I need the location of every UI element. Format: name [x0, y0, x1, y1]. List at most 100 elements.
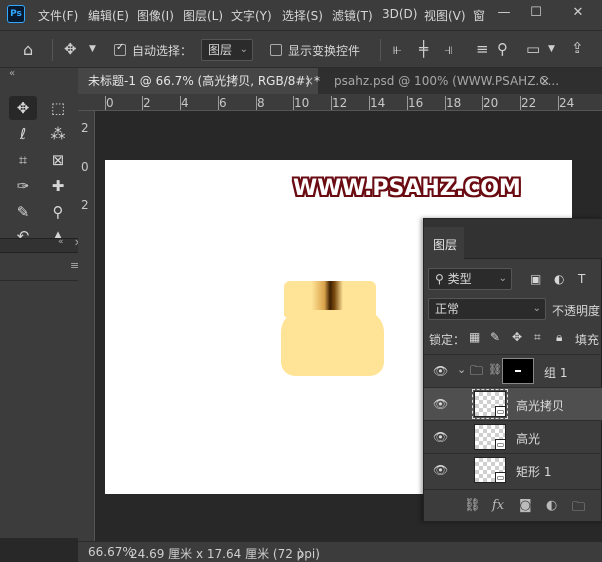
menu-view[interactable]: 视图(V)	[424, 7, 466, 24]
filter-kind-value: 类型	[447, 272, 472, 286]
chevron-down-icon[interactable]: ▼	[548, 44, 555, 54]
add-mask-icon[interactable]: ◙	[519, 498, 532, 513]
fx-icon[interactable]: fx	[492, 498, 504, 513]
lasso-tool-icon[interactable]: ℓ	[9, 122, 37, 146]
zoom-level[interactable]: 66.67%	[88, 545, 134, 559]
chevron-down-icon[interactable]: ⌄	[457, 363, 466, 376]
ruler-tick	[445, 96, 446, 110]
group-mask-thumbnail[interactable]	[502, 358, 534, 384]
jar-body-shape[interactable]	[281, 310, 384, 376]
visibility-eye-icon[interactable]: 👁︎	[433, 463, 448, 477]
search-icon[interactable]: ⚲	[497, 40, 508, 58]
layer-thumbnail: ▭	[474, 424, 506, 450]
maximize-icon[interactable]: ☐	[522, 3, 550, 23]
lock-label: 锁定：	[429, 333, 466, 347]
ruler-tick	[180, 96, 181, 110]
workspace-icon[interactable]: ▭	[526, 40, 540, 58]
menu-image[interactable]: 图像(I)	[137, 7, 174, 24]
ruler-label: 14	[370, 96, 386, 110]
marquee-tool-icon[interactable]: ⬚	[44, 96, 72, 120]
close-icon[interactable]: ✕	[564, 3, 592, 23]
move-tool-icon[interactable]: ✥	[64, 40, 77, 58]
lock-all-icon[interactable]: 🔒︎	[556, 330, 562, 345]
layer-row-highlight-copy[interactable]: 👁︎ ▭ 高光拷贝	[424, 387, 602, 420]
stamp-tool-icon[interactable]: ⚲	[44, 200, 72, 224]
tab-label: 未标题-1 @ 66.7% (高光拷贝, RGB/8#) *	[88, 74, 320, 88]
collapsed-panel: « ✕ ≡	[0, 237, 86, 538]
lock-position-icon[interactable]: ✥	[512, 330, 522, 344]
auto-select-checkbox[interactable]	[114, 42, 126, 56]
crop-tool-icon[interactable]: ⌗	[9, 148, 37, 172]
menu-edit[interactable]: 编辑(E)	[88, 7, 129, 24]
ruler-tick	[293, 96, 294, 110]
menu-filter[interactable]: 滤镜(T)	[332, 7, 373, 24]
lock-artboard-icon[interactable]: ⌗	[534, 330, 541, 345]
show-transform-checkbox[interactable]	[270, 44, 282, 56]
menu-select[interactable]: 选择(S)	[282, 7, 323, 24]
auto-select-target-dropdown[interactable]: 图层 ⌄	[201, 39, 253, 61]
magic-wand-icon[interactable]: ⁂	[44, 122, 72, 146]
align-left-icon[interactable]: ⫦	[393, 40, 401, 58]
move-tool-icon[interactable]: ✥	[9, 96, 37, 120]
menu-file[interactable]: 文件(F)	[38, 7, 78, 24]
visibility-eye-icon[interactable]: 👁︎	[433, 397, 448, 411]
collapse-icon[interactable]: «	[58, 237, 64, 247]
visibility-eye-icon[interactable]: 👁︎	[433, 430, 448, 444]
ruler-tick	[482, 96, 483, 110]
layer-row-rectangle-1[interactable]: 👁︎ ▭ 矩形 1	[424, 453, 602, 486]
ruler-label: 6	[219, 96, 227, 110]
link-layers-icon[interactable]: ⛓︎	[464, 498, 481, 513]
visibility-eye-icon[interactable]: 👁︎	[433, 364, 448, 378]
align-hcenter-icon[interactable]: ╪	[419, 40, 428, 58]
blend-mode-dropdown[interactable]: 正常 ⌄	[428, 298, 546, 320]
brush-tool-icon[interactable]: ✎	[9, 200, 37, 224]
fill-label: 填充	[575, 333, 600, 347]
lock-transparent-icon[interactable]: ▦	[469, 330, 480, 344]
share-icon[interactable]: ⇪	[571, 39, 584, 57]
link-icon[interactable]: ⛓︎	[488, 363, 502, 376]
menu-layer[interactable]: 图层(L)	[183, 7, 223, 24]
layer-row-highlight[interactable]: 👁︎ ▭ 高光	[424, 420, 602, 453]
ruler-tick	[105, 96, 106, 110]
chevron-down-icon[interactable]: ▼	[89, 44, 96, 54]
tools-panel: « ✥ ⬚ ℓ ⁂ ⌗ ⊠ ✑ ✚ ✎ ⚲ ↶ ▲	[0, 68, 78, 240]
menu-window[interactable]: 窗	[473, 7, 485, 24]
healing-brush-icon[interactable]: ✚	[44, 174, 72, 198]
layer-thumbnail: ▭	[474, 457, 506, 483]
layer-name: 高光	[516, 432, 541, 446]
layers-panel-tabs: 图层	[424, 219, 602, 259]
smart-object-icon: ▭	[495, 472, 506, 483]
divider	[380, 39, 381, 61]
adjustment-layer-icon[interactable]: ◐	[546, 498, 557, 513]
menu-3d[interactable]: 3D(D)	[382, 7, 417, 21]
tab-psahz[interactable]: psahz.psd @ 100% (WWW.PSAHZ.C... ×	[324, 68, 559, 94]
eyedropper-icon[interactable]: ✑	[9, 174, 37, 198]
layer-row-group-1[interactable]: 👁︎ ⌄ 🗀︎ ⛓︎ 组 1	[424, 354, 602, 387]
photoshop-logo[interactable]: Ps	[7, 5, 25, 23]
collapse-icon[interactable]: «	[9, 68, 15, 79]
close-icon[interactable]: ×	[304, 68, 314, 94]
ruler-tick	[520, 96, 521, 110]
tab-label: psahz.psd @ 100% (WWW.PSAHZ.C...	[334, 74, 560, 88]
align-right-icon[interactable]: ⫣	[444, 40, 453, 58]
minimize-icon[interactable]: —	[490, 3, 518, 23]
ruler-label: 20	[483, 96, 499, 110]
filter-type-icon[interactable]: T	[578, 272, 585, 286]
menu-type[interactable]: 文字(Y)	[231, 7, 272, 24]
status-bar: 66.67% 24.69 厘米 x 17.64 厘米 (72 ppi) 〉	[78, 541, 602, 562]
filter-adjustment-icon[interactable]: ◐	[554, 272, 564, 286]
filter-pixel-icon[interactable]: ▣	[530, 272, 541, 286]
tab-layers[interactable]: 图层	[424, 227, 464, 259]
home-icon[interactable]: ⌂	[23, 40, 33, 59]
filter-kind-dropdown[interactable]: ⚲ 类型 ⌄	[428, 268, 512, 290]
ruler-label: 22	[521, 96, 537, 110]
frame-tool-icon[interactable]: ⊠	[44, 148, 72, 172]
auto-select-target-value: 图层	[208, 43, 233, 57]
close-icon[interactable]: ×	[540, 68, 550, 94]
new-group-icon[interactable]: 🗀︎	[572, 498, 585, 520]
lock-paint-icon[interactable]: ✎	[490, 330, 500, 344]
distribute-icon[interactable]: ≡	[476, 40, 489, 58]
tab-untitled-1[interactable]: 未标题-1 @ 66.7% (高光拷贝, RGB/8#) * ×	[78, 68, 320, 94]
status-arrow-icon[interactable]: 〉	[298, 545, 310, 562]
blend-mode-value: 正常	[435, 302, 460, 316]
